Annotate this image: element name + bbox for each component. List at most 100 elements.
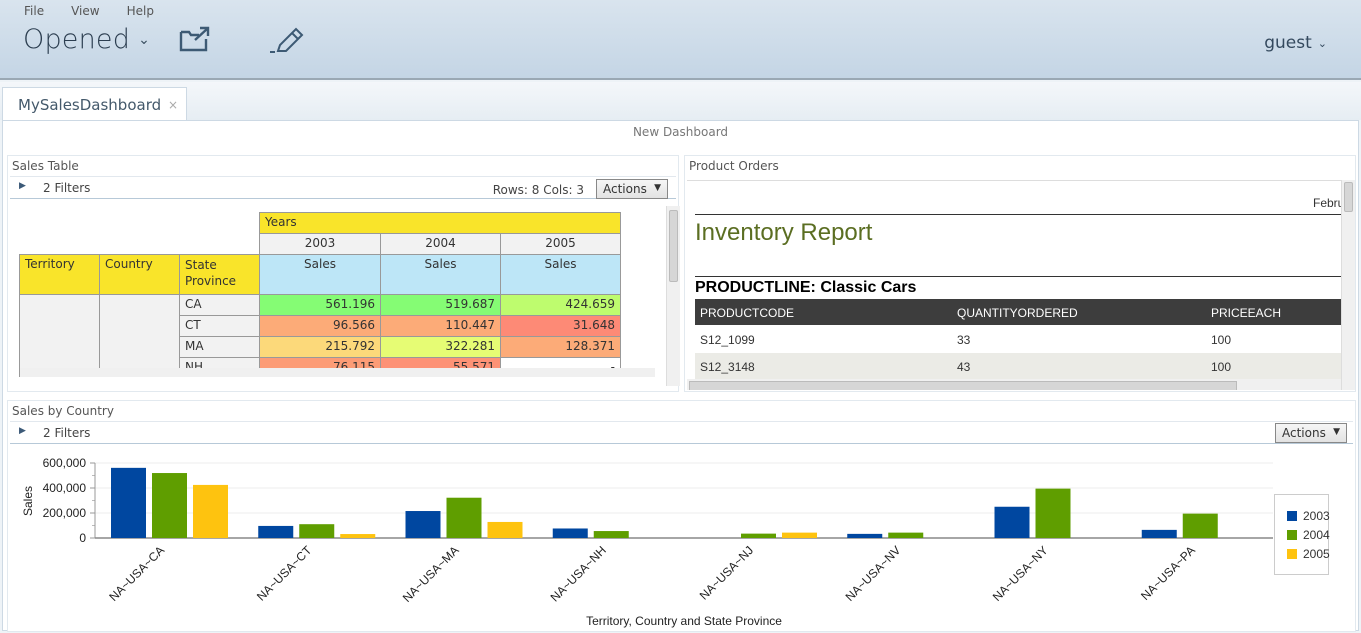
tab-mysalesdashboard[interactable]: MySalesDashboard × [2, 87, 187, 122]
table-row: S12_3148 43 100 [695, 353, 1343, 380]
divider [695, 214, 1343, 215]
chevron-down-icon: ⌄ [138, 31, 151, 48]
x-tick-label: NA~USA~PA [1138, 543, 1198, 603]
menu-help[interactable]: Help [127, 4, 154, 18]
x-axis-label: Territory, Country and State Province [586, 614, 782, 628]
filter-bar[interactable]: ▶ 2 Filters Rows: 8 Cols: 3 Actions ▼ [10, 176, 676, 199]
sales-cell: 31.648 [500, 315, 621, 337]
bar-2004-NA~USA~NJ [741, 533, 776, 538]
x-tick-label: NA~USA~CT [254, 543, 315, 604]
sales-cell: 110.447 [380, 315, 501, 337]
year-header: 2004 [380, 233, 501, 255]
tab-strip: MySalesDashboard × [0, 82, 1361, 122]
chevron-down-icon: ⌄ [1317, 36, 1327, 50]
sales-cell: 215.792 [259, 336, 381, 358]
state-cell: CA [179, 294, 260, 316]
bar-2003-NA~USA~CA [111, 467, 146, 538]
bar-2005-NA~USA~CT [340, 534, 376, 538]
close-icon[interactable]: × [168, 98, 178, 112]
dropdown-arrow-icon: ▼ [654, 183, 661, 193]
pivot-table: Years 2003 2004 2005 Territory Country S… [19, 212, 621, 377]
table-row: S12_1099 33 100 [695, 326, 1343, 353]
bar-2003-NA~USA~NV [847, 533, 883, 538]
filters-label: 2 Filters [43, 181, 91, 195]
sales-cell: 561.196 [259, 294, 381, 316]
country-cell [99, 294, 180, 377]
legend-item[interactable]: 2003 [1287, 509, 1330, 523]
report-date: Febru [1313, 196, 1343, 210]
horizontal-scrollbar[interactable] [20, 368, 655, 377]
dashboard-content: New Dashboard Sales Table ▶ 2 Filters Ro… [2, 120, 1359, 632]
y-tick-label: 400,000 [43, 481, 87, 495]
column-header: PRODUCTCODE [700, 306, 795, 320]
bar-2003-NA~USA~CT [258, 525, 294, 538]
horizontal-scrollbar[interactable] [687, 379, 1343, 390]
x-tick-label: NA~USA~CA [106, 543, 167, 604]
table-row: CA 561.196 519.687 424.659 [19, 294, 621, 377]
measure-header: Sales [380, 254, 501, 295]
chart-legend: 2003 2004 2005 [1274, 494, 1330, 575]
sales-cell: 322.281 [380, 336, 501, 358]
measure-header: Sales [500, 254, 621, 295]
edit-pencil-icon[interactable] [270, 26, 306, 58]
report-header-row: PRODUCTCODE QUANTITYORDERED PRICEEACH [695, 299, 1343, 325]
opened-dropdown[interactable]: Opened ⌄ [23, 24, 150, 55]
legend-item[interactable]: 2005 [1287, 547, 1330, 561]
bar-2004-NA~USA~NY [1035, 488, 1071, 538]
scrollbar-thumb[interactable] [689, 381, 1237, 390]
sales-cell: 128.371 [500, 336, 621, 358]
pivot-viewport: Years 2003 2004 2005 Territory Country S… [10, 202, 655, 377]
product-orders-panel: Product Orders Febru Inventory Report PR… [684, 155, 1356, 392]
menu-view[interactable]: View [71, 4, 99, 18]
scrollbar-thumb[interactable] [669, 210, 678, 282]
menu-file[interactable]: File [24, 4, 44, 18]
report-title: Inventory Report [695, 219, 873, 246]
vertical-scrollbar[interactable] [1341, 180, 1355, 390]
rows-cols-count: Rows: 8 Cols: 3 [492, 183, 584, 197]
bar-2005-NA~USA~NJ [782, 532, 817, 538]
open-folder-icon[interactable] [179, 26, 211, 56]
sales-table-panel: Sales Table ▶ 2 Filters Rows: 8 Cols: 3 … [7, 155, 680, 392]
bar-2004-NA~USA~NH [593, 531, 629, 538]
productcode-cell: S12_1099 [700, 333, 755, 347]
actions-button[interactable]: Actions ▼ [596, 179, 668, 199]
opened-label: Opened [23, 24, 131, 55]
territory-header: Territory [19, 254, 100, 295]
legend-label: 2005 [1303, 547, 1330, 561]
menu-bar: File View Help [24, 4, 181, 18]
inventory-report: Febru Inventory Report PRODUCTLINE: Clas… [687, 181, 1343, 390]
column-header: PRICEEACH [1211, 306, 1282, 320]
sales-cell: 424.659 [500, 294, 621, 316]
state-cell: MA [179, 336, 260, 358]
actions-label: Actions [603, 182, 647, 196]
sales-cell: 96.566 [259, 315, 381, 337]
legend-swatch [1287, 530, 1297, 540]
legend-item[interactable]: 2004 [1287, 528, 1330, 542]
user-menu[interactable]: guest ⌄ [1264, 33, 1327, 53]
measure-header: Sales [259, 254, 381, 295]
y-tick-label: 600,000 [43, 456, 87, 470]
price-cell: 100 [1211, 333, 1232, 347]
bar-2004-NA~USA~CT [299, 524, 335, 538]
tab-label: MySalesDashboard [18, 96, 162, 114]
x-tick-label: NA~USA~MA [400, 543, 462, 605]
bar-2004-NA~USA~MA [446, 497, 482, 538]
territory-cell [19, 294, 100, 377]
scrollbar-thumb[interactable] [1344, 182, 1353, 212]
sales-by-country-panel: Sales by Country ▶ 2 Filters Actions ▼ 0… [7, 400, 1356, 632]
x-tick-label: NA~USA~NV [843, 543, 904, 604]
productcode-cell: S12_3148 [700, 360, 755, 374]
sales-bar-chart: 0 200,000 400,000 600,000 Sales Territory, Co… [21, 456, 1273, 628]
y-axis-label: Sales [21, 486, 35, 516]
bar-2003-NA~USA~MA [405, 511, 441, 538]
state-cell: CT [179, 315, 260, 337]
y-tick-label: 200,000 [43, 506, 87, 520]
bar-2003-NA~USA~PA [1141, 529, 1177, 538]
bar-2003-NA~USA~NY [994, 506, 1030, 538]
bar-2005-NA~USA~CA [193, 484, 228, 538]
legend-label: 2004 [1303, 528, 1330, 542]
expand-triangle-icon[interactable]: ▶ [19, 181, 26, 191]
vertical-scrollbar[interactable] [666, 206, 680, 386]
top-toolbar: File View Help Opened ⌄ guest ⌄ [0, 0, 1361, 80]
year-header: 2003 [259, 233, 381, 255]
